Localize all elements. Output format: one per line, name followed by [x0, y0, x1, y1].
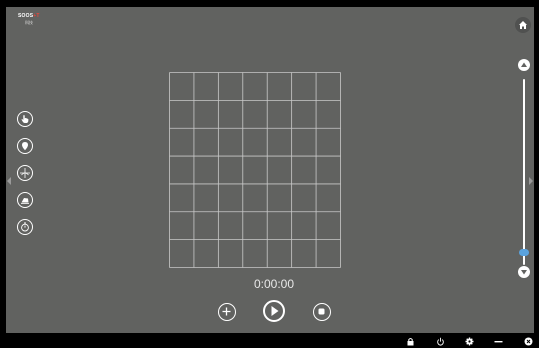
- crosshair-icon: [20, 168, 30, 178]
- workspace: SOOS+T 科技 0:00:00: [6, 7, 534, 333]
- chevron-down-icon: [521, 270, 527, 275]
- logo-accent: +T: [33, 13, 40, 19]
- tool-eraser-button[interactable]: [17, 192, 33, 208]
- stop-button[interactable]: [313, 303, 331, 321]
- timer-display: 0:00:00: [253, 277, 295, 291]
- close-icon[interactable]: [524, 337, 533, 346]
- play-button[interactable]: [263, 300, 285, 322]
- zoom-slider-track[interactable]: [523, 79, 525, 265]
- home-button[interactable]: [515, 17, 531, 33]
- tool-marker-button[interactable]: [17, 138, 33, 154]
- zoom-slider-thumb[interactable]: [519, 249, 529, 257]
- stopwatch-icon: [21, 222, 29, 232]
- left-panel-arrow-icon[interactable]: [7, 177, 11, 185]
- right-panel-arrow-icon[interactable]: [529, 177, 533, 185]
- stop-icon: [318, 308, 325, 315]
- logo-text: SOOS: [18, 13, 34, 19]
- logo-subtitle: 科技: [25, 20, 33, 25]
- tool-crosshair-button[interactable]: [17, 165, 33, 181]
- add-button[interactable]: [218, 303, 236, 321]
- tool-stopwatch-button[interactable]: [17, 219, 33, 235]
- gear-icon[interactable]: [465, 337, 474, 346]
- home-icon: [519, 21, 527, 29]
- location-pin-icon: [22, 142, 28, 151]
- power-icon[interactable]: [436, 337, 445, 346]
- app-logo: SOOS+T 科技: [18, 13, 42, 27]
- play-icon: [271, 306, 279, 316]
- lock-icon[interactable]: [406, 337, 415, 346]
- taskbar: [0, 334, 539, 348]
- minimize-icon[interactable]: [494, 337, 503, 346]
- grid-board[interactable]: [169, 72, 341, 268]
- zoom-out-button[interactable]: [518, 266, 530, 278]
- eraser-icon: [21, 198, 29, 204]
- hand-pointer-icon: [21, 115, 29, 123]
- plus-icon: [222, 307, 231, 316]
- tool-pointer-button[interactable]: [17, 111, 33, 127]
- chevron-up-icon: [521, 62, 527, 67]
- zoom-in-button[interactable]: [518, 59, 530, 71]
